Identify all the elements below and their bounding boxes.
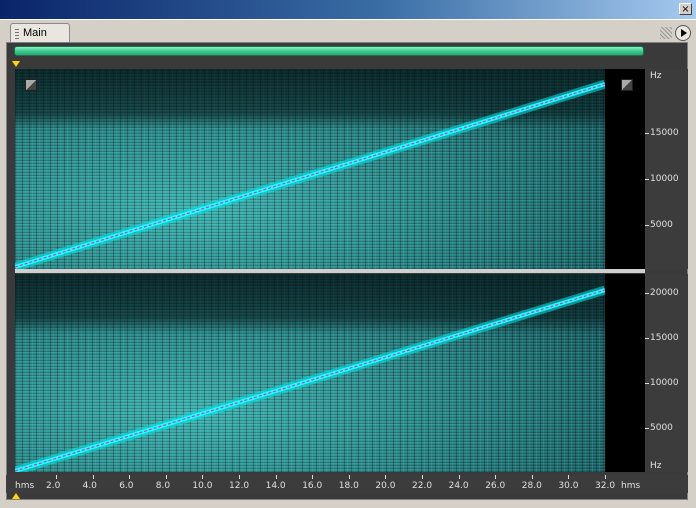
panel-tab-bar	[0, 19, 696, 42]
time-tick	[495, 475, 497, 479]
panel-menu-button[interactable]	[675, 25, 691, 41]
time-label: 32.0	[595, 481, 616, 491]
time-tick	[56, 475, 57, 479]
time-label: 12.0	[229, 481, 250, 491]
time-tick	[605, 475, 606, 479]
sweep-line-top	[15, 79, 605, 269]
freq-label: 10000	[650, 378, 679, 388]
spectrogram-channel-bottom[interactable]	[15, 274, 605, 472]
time-label: 30.0	[558, 481, 579, 491]
level-meter-top	[605, 69, 645, 269]
freq-label: 5000	[650, 423, 673, 433]
window-title-bar: ×	[0, 0, 696, 19]
freq-label: 20000	[650, 288, 679, 298]
time-tick	[92, 475, 94, 479]
time-tick	[165, 475, 167, 479]
time-tick	[531, 475, 533, 479]
channel-divider[interactable]	[15, 269, 645, 273]
time-label: 28.0	[521, 481, 542, 491]
time-tick	[202, 475, 204, 479]
time-unit-label: hms	[15, 481, 35, 491]
time-tick	[458, 475, 460, 479]
freq-label: 5000	[650, 220, 673, 230]
freq-unit-label: Hz	[650, 461, 662, 471]
time-label: 26.0	[485, 481, 506, 491]
time-tick	[129, 475, 131, 479]
time-label: 8.0	[155, 481, 171, 491]
time-tick	[348, 475, 350, 479]
playhead-marker-bottom-icon[interactable]	[12, 493, 20, 499]
time-label: 16.0	[302, 481, 323, 491]
time-label: 18.0	[338, 481, 359, 491]
time-tick	[275, 475, 277, 479]
time-label: 4.0	[82, 481, 97, 491]
frequency-axis-top: Hz 15000 10000 5000	[645, 69, 688, 269]
tab-main[interactable]: Main	[10, 23, 70, 43]
freq-unit-label: Hz	[650, 71, 662, 81]
close-button[interactable]: ×	[679, 3, 692, 15]
time-label: 2.0	[46, 481, 61, 491]
sweep-line-bottom	[15, 285, 605, 472]
overview-zoom-bar[interactable]	[14, 46, 644, 56]
time-tick	[385, 475, 387, 479]
freq-label: 15000	[650, 333, 679, 343]
tab-label: Main	[23, 27, 47, 39]
grip-icon[interactable]	[15, 29, 19, 39]
spectrogram-channel-top[interactable]	[15, 69, 605, 269]
time-label: 14.0	[265, 481, 286, 491]
frequency-axis-bottom: 20000 15000 10000 5000 Hz	[645, 274, 688, 472]
time-tick	[239, 475, 240, 479]
panel-grip-icon[interactable]	[660, 27, 672, 39]
time-tick	[422, 475, 423, 479]
channel-toggle-icon[interactable]	[621, 79, 633, 91]
time-label: 22.0	[412, 481, 433, 491]
time-label: 6.0	[119, 481, 134, 491]
time-label: 20.0	[375, 481, 396, 491]
time-tick	[312, 475, 314, 479]
time-unit-label: hms	[621, 481, 641, 491]
freq-label: 10000	[650, 174, 679, 184]
time-tick	[568, 475, 570, 479]
time-ruler[interactable]: hms hms 2.0 4.0 6.0 8.0 10.0 12.0 14.0 16.0 18.0…	[6, 475, 688, 493]
level-meter-bottom	[605, 274, 645, 472]
playhead-marker-top-icon[interactable]	[12, 61, 20, 67]
time-label: 10.0	[192, 481, 213, 491]
channel-toggle-icon[interactable]	[25, 79, 37, 91]
time-label: 24.0	[448, 481, 469, 491]
freq-label: 15000	[650, 128, 679, 138]
